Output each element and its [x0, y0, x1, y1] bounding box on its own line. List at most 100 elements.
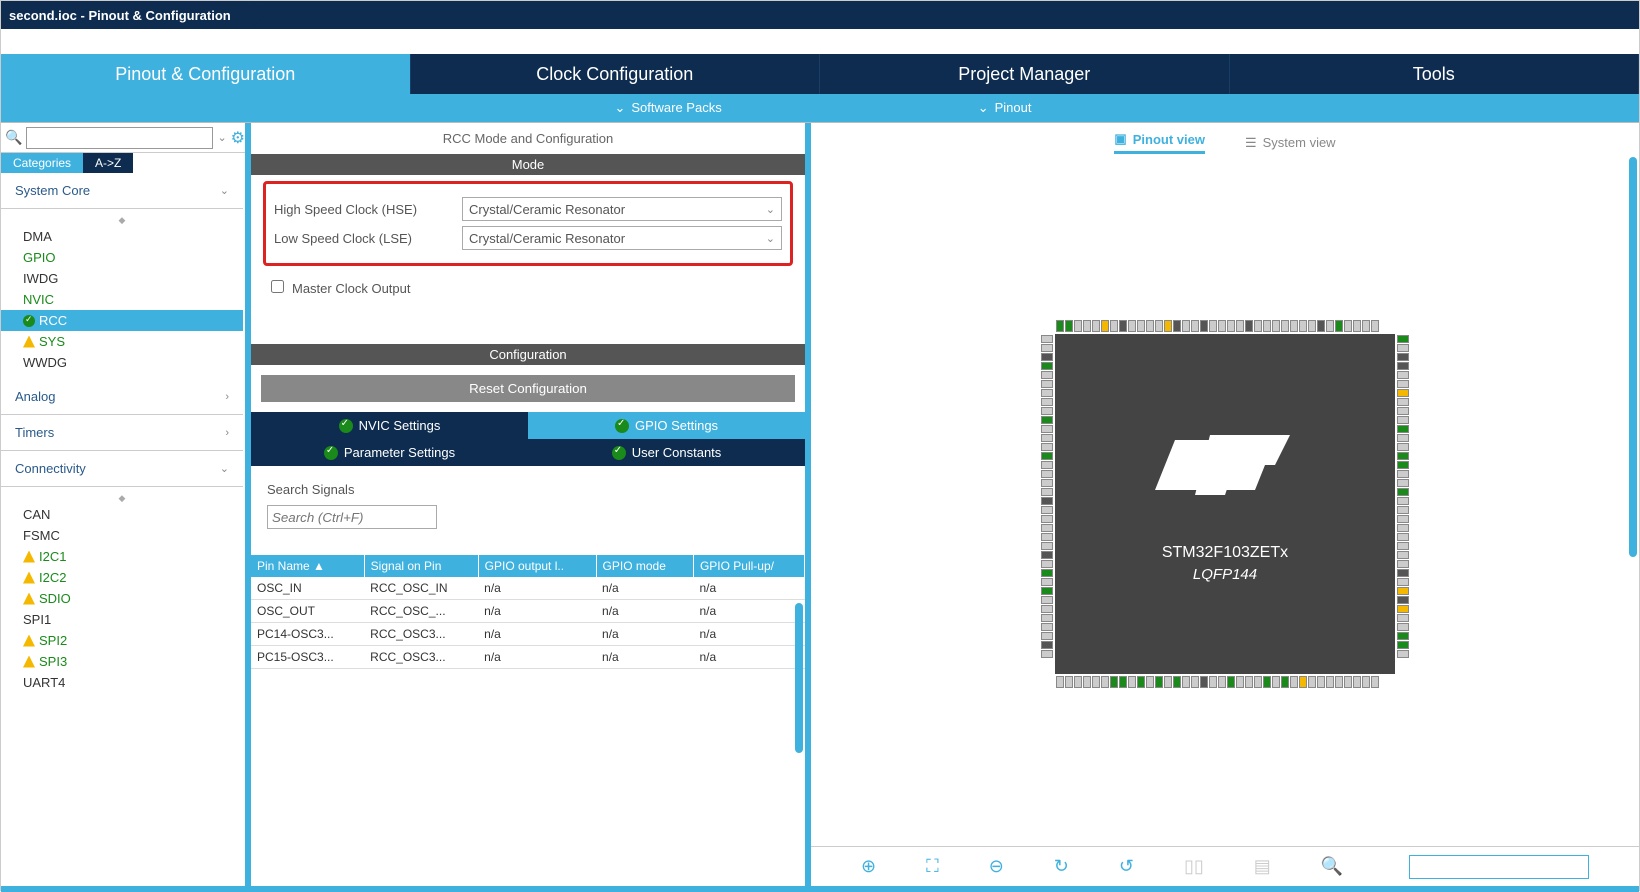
pin[interactable]: [1041, 533, 1053, 541]
pin[interactable]: [1092, 676, 1100, 688]
pin[interactable]: [1041, 578, 1053, 586]
pin[interactable]: [1326, 320, 1334, 332]
item-gpio[interactable]: GPIO: [1, 247, 243, 268]
tab-clock-config[interactable]: Clock Configuration: [411, 54, 821, 94]
pin-search-input[interactable]: [1409, 855, 1589, 879]
pin[interactable]: [1397, 434, 1409, 442]
item-spi2[interactable]: SPI2: [1, 630, 243, 651]
pin[interactable]: [1344, 320, 1352, 332]
pin[interactable]: [1101, 320, 1109, 332]
pin[interactable]: [1041, 425, 1053, 433]
pin[interactable]: [1182, 676, 1190, 688]
pin[interactable]: [1041, 452, 1053, 460]
pin[interactable]: [1236, 320, 1244, 332]
table-row[interactable]: PC15-OSC3...RCC_OSC3...n/an/an/a: [251, 646, 805, 669]
tab-gpio-settings[interactable]: GPIO Settings: [528, 412, 805, 439]
table-row[interactable]: PC14-OSC3...RCC_OSC3...n/an/an/a: [251, 623, 805, 646]
pin[interactable]: [1371, 676, 1379, 688]
pin[interactable]: [1397, 362, 1409, 370]
pin[interactable]: [1041, 488, 1053, 496]
pin[interactable]: [1397, 416, 1409, 424]
item-spi1[interactable]: SPI1: [1, 609, 243, 630]
pin[interactable]: [1041, 407, 1053, 415]
pin[interactable]: [1281, 676, 1289, 688]
pin[interactable]: [1397, 587, 1409, 595]
split-icon[interactable]: ▯▯: [1184, 856, 1204, 877]
pin[interactable]: [1397, 425, 1409, 433]
pin[interactable]: [1200, 320, 1208, 332]
pin[interactable]: [1397, 578, 1409, 586]
pin[interactable]: [1209, 676, 1217, 688]
pin[interactable]: [1041, 524, 1053, 532]
pin[interactable]: [1236, 676, 1244, 688]
pin[interactable]: [1119, 320, 1127, 332]
item-can[interactable]: CAN: [1, 504, 243, 525]
pin[interactable]: [1397, 614, 1409, 622]
item-i2c2[interactable]: I2C2: [1, 567, 243, 588]
pins-right[interactable]: [1397, 334, 1409, 674]
pin[interactable]: [1041, 479, 1053, 487]
pin[interactable]: [1245, 676, 1253, 688]
pin[interactable]: [1074, 320, 1082, 332]
pin[interactable]: [1397, 542, 1409, 550]
pin[interactable]: [1173, 320, 1181, 332]
hse-select[interactable]: Crystal/Ceramic Resonator⌄: [462, 197, 782, 221]
pin[interactable]: [1397, 605, 1409, 613]
col-pin[interactable]: Pin Name ▲: [251, 555, 364, 577]
col-signal[interactable]: Signal on Pin: [364, 555, 478, 577]
pin[interactable]: [1065, 676, 1073, 688]
table-row[interactable]: OSC_INRCC_OSC_INn/an/an/a: [251, 577, 805, 600]
pin[interactable]: [1119, 676, 1127, 688]
pin[interactable]: [1191, 676, 1199, 688]
group-timers[interactable]: Timers›: [1, 415, 243, 451]
pin[interactable]: [1101, 676, 1109, 688]
categories-tab[interactable]: Categories: [1, 153, 83, 173]
zoom-in-icon[interactable]: ⊕: [861, 856, 876, 877]
scrollbar[interactable]: [795, 603, 803, 753]
pin[interactable]: [1041, 461, 1053, 469]
pin[interactable]: [1308, 676, 1316, 688]
pin[interactable]: [1155, 320, 1163, 332]
pin[interactable]: [1041, 596, 1053, 604]
pin[interactable]: [1041, 398, 1053, 406]
pin[interactable]: [1263, 676, 1271, 688]
pin[interactable]: [1299, 676, 1307, 688]
mco-checkbox[interactable]: [271, 280, 284, 293]
pin[interactable]: [1137, 320, 1145, 332]
pin[interactable]: [1362, 676, 1370, 688]
pin[interactable]: [1317, 320, 1325, 332]
pin[interactable]: [1245, 320, 1253, 332]
pin[interactable]: [1397, 479, 1409, 487]
pin[interactable]: [1397, 461, 1409, 469]
pin[interactable]: [1041, 443, 1053, 451]
pin[interactable]: [1218, 676, 1226, 688]
pin[interactable]: [1155, 676, 1163, 688]
pin[interactable]: [1128, 676, 1136, 688]
pin[interactable]: [1353, 676, 1361, 688]
peripheral-search-input[interactable]: [26, 127, 213, 149]
pin[interactable]: [1092, 320, 1100, 332]
pin[interactable]: [1227, 676, 1235, 688]
chip-package[interactable]: STM32F103ZETx LQFP144: [1055, 334, 1395, 674]
pin[interactable]: [1182, 320, 1190, 332]
pin[interactable]: [1041, 605, 1053, 613]
pin[interactable]: [1041, 506, 1053, 514]
pin[interactable]: [1056, 320, 1064, 332]
pin[interactable]: [1397, 371, 1409, 379]
pin[interactable]: [1164, 676, 1172, 688]
pin[interactable]: [1041, 335, 1053, 343]
pin[interactable]: [1397, 533, 1409, 541]
pin[interactable]: [1041, 650, 1053, 658]
pin[interactable]: [1263, 320, 1271, 332]
col-mode[interactable]: GPIO mode: [596, 555, 693, 577]
pin[interactable]: [1083, 676, 1091, 688]
item-fsmc[interactable]: FSMC: [1, 525, 243, 546]
pin[interactable]: [1317, 676, 1325, 688]
item-i2c1[interactable]: I2C1: [1, 546, 243, 567]
item-uart4[interactable]: UART4: [1, 672, 243, 693]
software-packs-menu[interactable]: ⌄Software Packs: [608, 100, 721, 116]
pin[interactable]: [1397, 524, 1409, 532]
col-pull[interactable]: GPIO Pull-up/: [693, 555, 804, 577]
pin[interactable]: [1041, 542, 1053, 550]
group-system-core[interactable]: System Core⌄: [1, 173, 243, 209]
